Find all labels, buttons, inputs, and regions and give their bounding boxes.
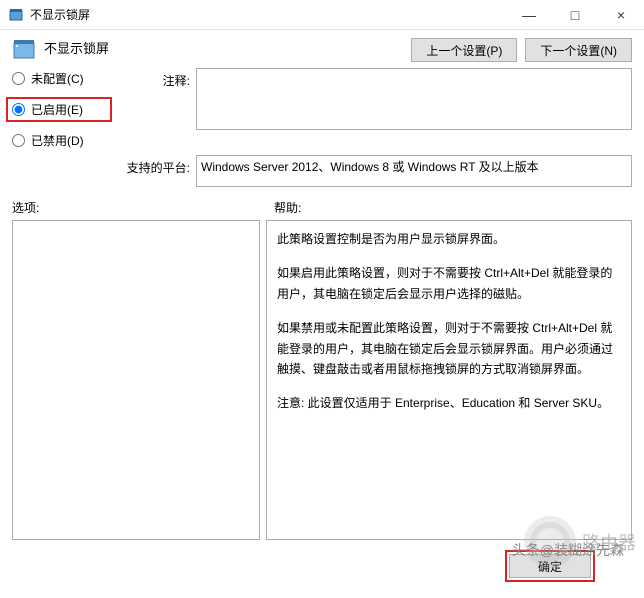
help-text-1: 此策略设置控制是否为用户显示锁屏界面。 <box>277 229 621 249</box>
comment-textarea[interactable] <box>196 68 632 130</box>
radio-enabled-input[interactable] <box>12 103 25 116</box>
previous-setting-button[interactable]: 上一个设置(P) <box>411 38 517 62</box>
radio-not-configured-input[interactable] <box>12 72 25 85</box>
window-title: 不显示锁屏 <box>30 6 90 23</box>
radio-not-configured[interactable]: 未配置(C) <box>12 70 112 87</box>
help-text-2: 如果启用此策略设置，则对于不需要按 Ctrl+Alt+Del 就能登录的用户，其… <box>277 263 621 304</box>
platform-textbox: Windows Server 2012、Windows 8 或 Windows … <box>196 155 632 187</box>
maximize-button[interactable]: □ <box>552 0 598 30</box>
close-button[interactable]: × <box>598 0 644 30</box>
app-icon <box>8 7 24 23</box>
options-label: 选项: <box>12 199 274 216</box>
window-controls: — □ × <box>506 0 644 30</box>
radio-disabled-label: 已禁用(D) <box>31 132 84 149</box>
policy-name: 不显示锁屏 <box>44 38 109 57</box>
minimize-button[interactable]: — <box>506 0 552 30</box>
comment-label: 注释: <box>112 68 196 89</box>
options-panel <box>12 220 260 540</box>
radio-disabled[interactable]: 已禁用(D) <box>12 132 112 149</box>
help-label: 帮助: <box>274 199 301 216</box>
header: 不显示锁屏 上一个设置(P) 下一个设置(N) <box>0 30 644 68</box>
next-setting-button[interactable]: 下一个设置(N) <box>525 38 632 62</box>
help-text-3: 如果禁用或未配置此策略设置，则对于不需要按 Ctrl+Alt+Del 就能登录的… <box>277 318 621 379</box>
state-radio-group: 未配置(C) 已启用(E) 已禁用(D) <box>12 68 112 149</box>
radio-enabled-label: 已启用(E) <box>31 101 83 118</box>
attribution-text: 头条@装糊涂先森 <box>512 540 624 560</box>
radio-disabled-input[interactable] <box>12 134 25 147</box>
radio-enabled[interactable]: 已启用(E) <box>6 97 112 122</box>
help-panel: 此策略设置控制是否为用户显示锁屏界面。 如果启用此策略设置，则对于不需要按 Ct… <box>266 220 632 540</box>
radio-not-configured-label: 未配置(C) <box>31 70 84 87</box>
help-text-4: 注意: 此设置仅适用于 Enterprise、Education 和 Serve… <box>277 393 621 413</box>
policy-icon <box>12 38 36 62</box>
platform-label: 支持的平台: <box>112 155 196 176</box>
title-bar: 不显示锁屏 — □ × <box>0 0 644 30</box>
